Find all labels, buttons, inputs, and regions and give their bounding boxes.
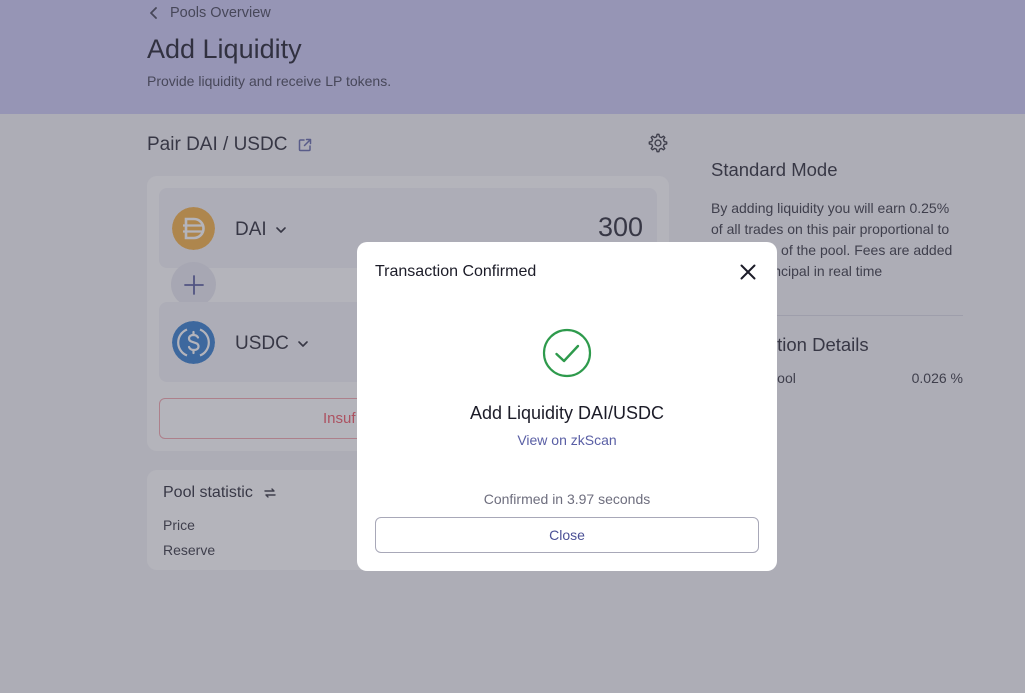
transaction-confirmed-dialog: Transaction Confirmed Add Liquidity DAI/… (357, 242, 777, 571)
success-check-icon (542, 328, 592, 378)
close-icon[interactable] (739, 263, 757, 281)
confirmation-time: Confirmed in 3.97 seconds (483, 491, 651, 507)
dialog-heading: Add Liquidity DAI/USDC (469, 403, 665, 423)
view-on-zkscan-link[interactable]: View on zkScan (357, 432, 777, 448)
close-button[interactable]: Close (375, 517, 759, 553)
dialog-title: Transaction Confirmed (375, 263, 537, 280)
